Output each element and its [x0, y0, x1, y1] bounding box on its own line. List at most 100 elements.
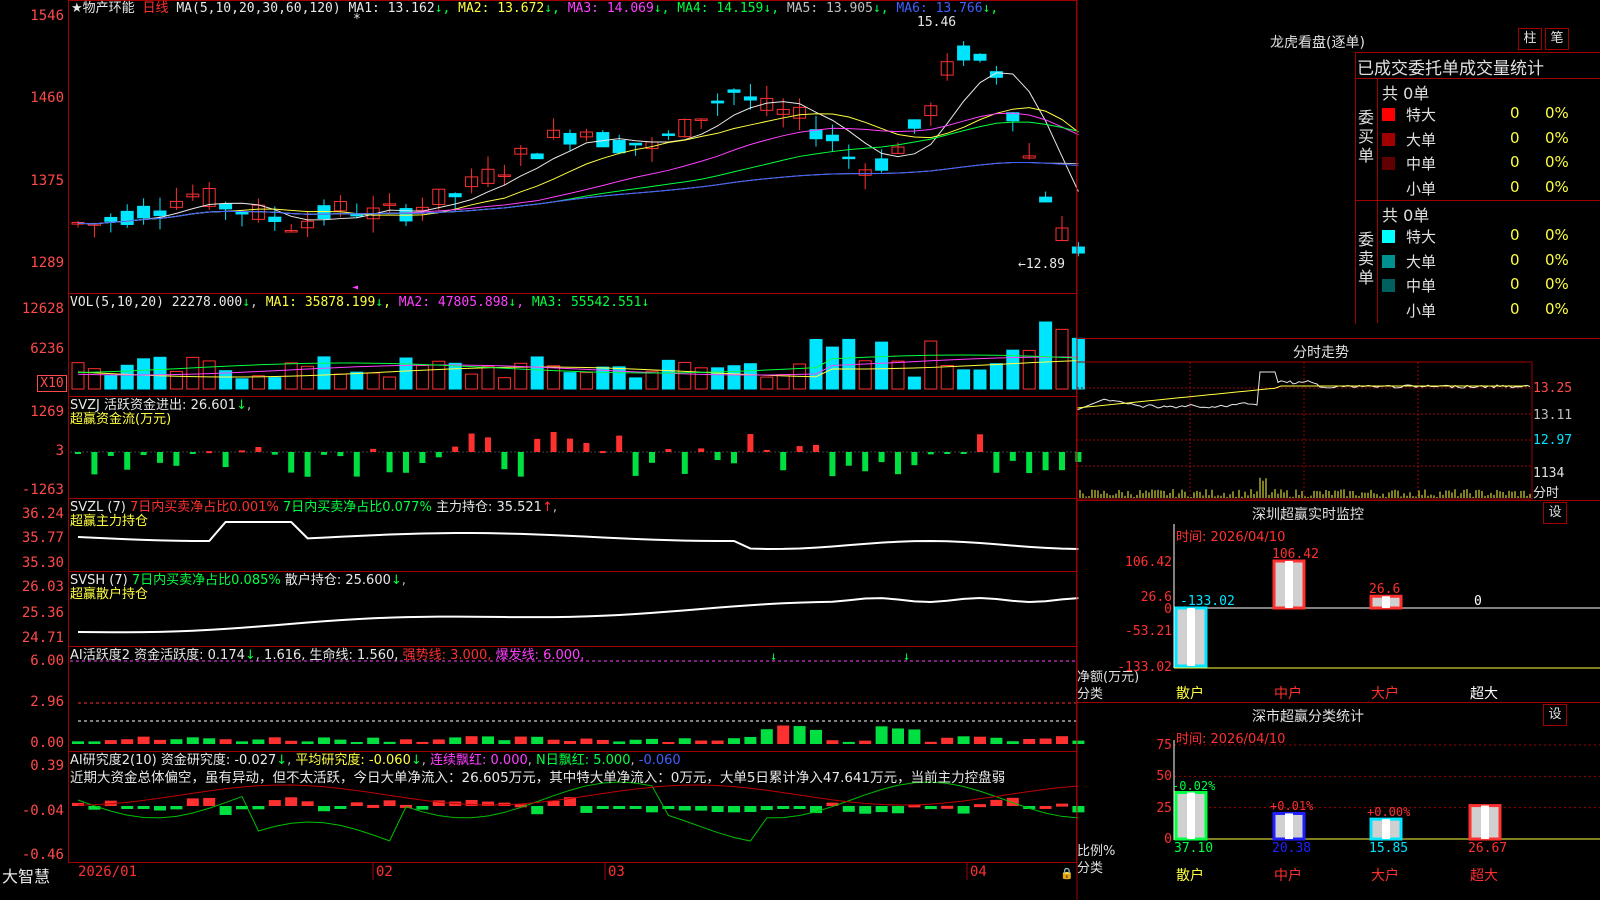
ai1-bar: [547, 739, 560, 744]
volume-bar: [350, 371, 364, 390]
stats-xlabel: 分类: [1077, 861, 1104, 876]
ai1-bar: [170, 739, 183, 744]
sell-row-4-name: 小单: [1406, 301, 1437, 320]
ma-value-2: MA2: 13.672: [450, 1, 545, 16]
ai1-bar: [1056, 736, 1068, 744]
tick-mode-button[interactable]: 笔: [1545, 28, 1569, 50]
volume-bar: [120, 364, 134, 390]
ai1-bar: [695, 740, 708, 744]
cursor-marker: ◄: [352, 282, 358, 293]
svzj-bar: [862, 452, 869, 472]
ai2-bar: [646, 806, 658, 813]
stock-name[interactable]: 物产环能: [83, 1, 135, 16]
intraday-avg-line: [1076, 385, 1527, 409]
svzj-bar: [665, 449, 672, 452]
ai1-bar: [777, 725, 790, 744]
candle-body: [957, 45, 971, 61]
ai2-t1: 资金研究度: -0.027: [160, 753, 277, 768]
svzj-value: 26.601: [190, 398, 237, 413]
volume-bar: [891, 360, 905, 390]
buy-total: 共 0单: [1382, 84, 1430, 103]
buy-side-label: 委买单: [1358, 108, 1375, 165]
ai1-ytick-2: 2.96: [30, 694, 64, 710]
low-price-label: ←12.89: [1018, 257, 1065, 272]
svzj-bar: [583, 442, 590, 452]
sell-row-2-name: 大单: [1406, 252, 1437, 271]
stats-tab-label[interactable]: 已成交委托单成交量统计: [1357, 54, 1544, 79]
monitor-cat-1: 散户: [1176, 686, 1204, 702]
monitor-bar-highlight: [1285, 561, 1293, 608]
svzj-bar: [550, 431, 557, 452]
vol-ytick-2: 6236: [30, 341, 64, 357]
ai2-bar: [859, 806, 872, 814]
ai1-header: AI活跃度2 资金活跃度: 0.174↓, 1.616, 生命线: 1.560,…: [70, 648, 585, 663]
brand-logo[interactable]: 大智慧: [2, 863, 50, 887]
svzl-t2: 7日内买卖净占比0.077%: [282, 500, 432, 515]
candle-body: [235, 211, 249, 215]
ai1-bar: [514, 736, 527, 744]
ai1-bar: [219, 739, 232, 744]
svzj-bar: [124, 452, 131, 470]
volume-bar: [1039, 321, 1053, 390]
monitor-value-1: -133.02: [1180, 594, 1235, 609]
ai1-bar: [482, 736, 494, 744]
svzj-bar: [353, 452, 360, 477]
ai2-bar: [990, 799, 1003, 806]
volume-bar: [530, 356, 544, 390]
star-icon[interactable]: ★: [71, 1, 83, 16]
monitor-settings-button[interactable]: 设: [1543, 502, 1567, 524]
ai2-bar: [875, 806, 888, 813]
svzj-bar: [845, 452, 852, 466]
ai1-bar: [350, 741, 363, 744]
ai1-ytick-3: 0.00: [30, 735, 64, 751]
volume-bar: [973, 369, 987, 390]
candle-body: [448, 193, 462, 198]
ai1-bar: [744, 736, 757, 744]
buy-row-2-count: 0: [1510, 128, 1520, 147]
sell-row-3-count: 0: [1510, 275, 1520, 293]
svzl-ytick-3: 35.30: [21, 555, 64, 571]
volume-bar: [268, 377, 282, 390]
buy-row-2-pct: 0%: [1545, 128, 1569, 147]
ai2-ytick-2: -0.04: [21, 803, 64, 819]
lock-icon[interactable]: 🔒: [1060, 866, 1074, 881]
ai1-bar: [383, 741, 396, 744]
period-label[interactable]: 日线: [143, 1, 169, 16]
ai1-bar: [236, 741, 248, 744]
ai1-bar: [121, 739, 134, 744]
monitor-bar-highlight: [1187, 608, 1195, 666]
ai1-t1: 资金活跃度: 0.174: [134, 648, 245, 663]
ai1-bar: [957, 736, 970, 744]
stats-bar-highlight: [1481, 805, 1489, 839]
svzj-bar: [206, 451, 213, 454]
svzj-ytick-3: -1263: [21, 482, 64, 498]
buy-row-1-name: 特大: [1406, 106, 1437, 124]
ai2-bar: [285, 797, 298, 806]
svzl-t1: 7日内买卖净占比0.001%: [129, 500, 279, 515]
ai2-bar: [367, 804, 380, 808]
bar-mode-button[interactable]: 柱: [1518, 28, 1542, 50]
vol-ma3: 55542.551: [570, 295, 642, 310]
ai2-bar: [941, 805, 954, 809]
monitor-value-4: 0: [1474, 594, 1482, 609]
volume-bar: [924, 340, 938, 390]
candle-body: [825, 134, 839, 142]
buy-row-4-pct: 0%: [1545, 177, 1569, 196]
vol-unit-badge: X10: [37, 375, 67, 392]
sell-total: 共 0单: [1382, 206, 1430, 225]
svzj-header: SVZJ 活跃资金进出: 26.601↓,: [70, 398, 252, 413]
svsh-t2: 散户持仓: 25.600: [284, 573, 391, 588]
sell-swatch-3: [1382, 279, 1395, 292]
sell-row-2-pct: 0%: [1545, 250, 1569, 269]
buy-row-1-count: 0: [1510, 104, 1520, 122]
buy-row-3-pct: 0%: [1545, 153, 1569, 171]
svsh-line: [77, 596, 1079, 634]
ai2-t3: 连续飘红: 0.000: [430, 753, 528, 768]
candle-body: [120, 210, 134, 225]
intraday-sub-label: 分时: [1533, 486, 1560, 501]
candle-body: [1071, 246, 1085, 254]
svzj-bar: [288, 452, 295, 473]
ai1-bar: [1006, 741, 1019, 744]
stats-settings-button[interactable]: 设: [1543, 704, 1567, 726]
ai2-bar: [842, 806, 855, 812]
